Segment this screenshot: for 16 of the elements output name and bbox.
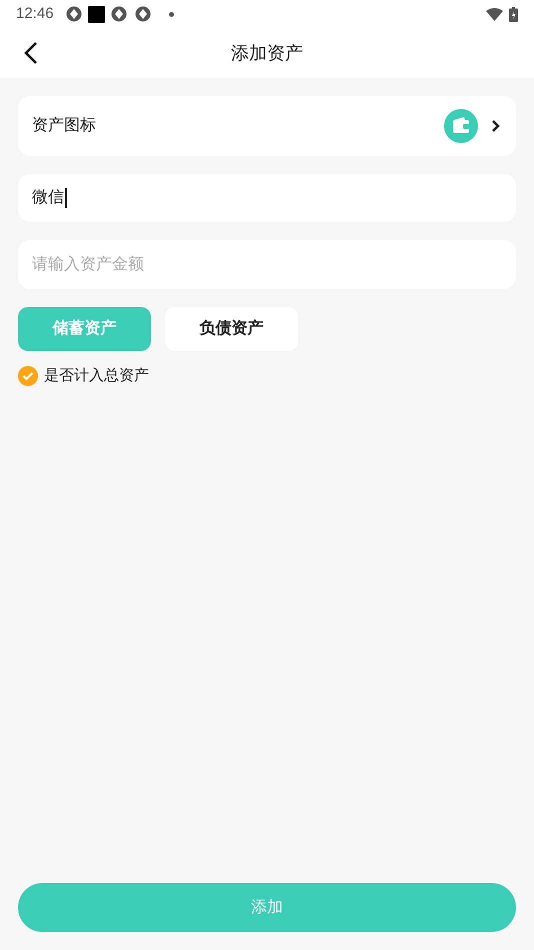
check-icon	[22, 371, 34, 382]
checkbox[interactable]	[18, 366, 38, 386]
row-label: 资产图标	[32, 116, 96, 136]
square-icon	[88, 6, 105, 22]
amount-field[interactable]: 请输入资产金额	[18, 240, 516, 289]
asset-type-tab[interactable]: 负债资产	[165, 307, 298, 351]
checkbox-label: 是否计入总资产	[44, 366, 149, 386]
wifi-icon	[486, 8, 503, 20]
status-time: 12:46	[16, 4, 54, 24]
battery-icon	[509, 6, 518, 22]
chevron-right-icon	[491, 119, 500, 133]
page-title: 添加资产	[231, 42, 303, 62]
dot-icon	[168, 12, 174, 16]
wallet-icon	[444, 109, 478, 143]
name-field[interactable]: 微信	[18, 174, 516, 222]
asset-icon-row[interactable]: 资产图标	[18, 96, 516, 156]
